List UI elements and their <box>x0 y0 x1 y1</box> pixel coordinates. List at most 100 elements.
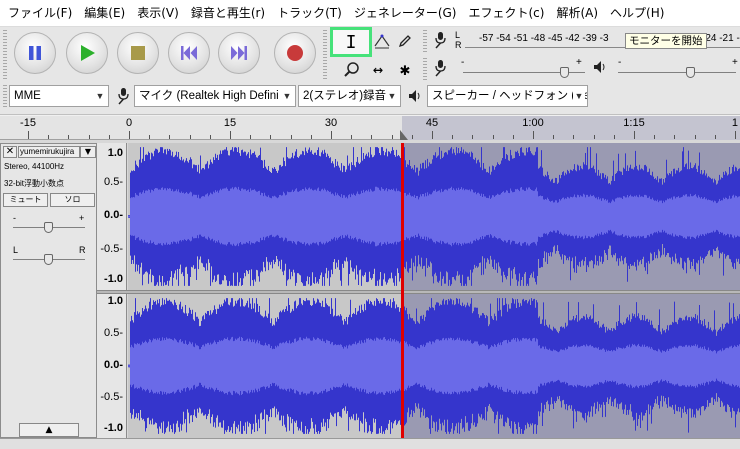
timeline-minor-tick <box>694 135 696 139</box>
menu-help[interactable]: ヘルプ(H) <box>604 0 670 27</box>
pause-button[interactable] <box>14 32 56 74</box>
timeline-minor-tick <box>553 135 555 139</box>
timeline-minor-tick <box>512 135 514 139</box>
timeline-tick-label: 1 <box>731 117 738 129</box>
menu-effect[interactable]: エフェクト(c) <box>463 0 551 27</box>
timeline-major-tick <box>533 131 534 139</box>
chevron-down-icon: ▼ <box>94 86 106 106</box>
multi-tool[interactable]: ✱ <box>393 58 417 82</box>
timeline-minor-tick <box>613 135 615 139</box>
track-sample-rate: Stereo, 44100Hz <box>4 162 65 171</box>
toolbar-grip[interactable] <box>423 30 427 52</box>
timeline-minor-tick <box>310 135 312 139</box>
menu-file[interactable]: ファイル(F) <box>2 0 78 27</box>
menu-analyze[interactable]: 解析(A) <box>550 0 604 27</box>
slider-thumb[interactable] <box>560 67 569 78</box>
timeshift-tool[interactable]: ↔ <box>366 58 390 82</box>
channel-1-amplitude-scale[interactable]: 1.0 0.5- 0.0- -0.5- -1.0 <box>97 143 127 290</box>
timeline-major-tick <box>230 131 231 139</box>
skip-to-end-button[interactable] <box>218 32 260 74</box>
menu-tracks[interactable]: トラック(T) <box>271 0 348 27</box>
scale-label: 1.0 <box>107 295 123 307</box>
menu-generate[interactable]: ジェネレーター(G) <box>348 0 463 27</box>
scale-label: 0.0- <box>104 209 123 221</box>
slider-thumb[interactable] <box>44 222 53 233</box>
timeline-tick-label: 15 <box>223 117 237 129</box>
playback-cursor[interactable] <box>401 143 404 438</box>
mute-button[interactable]: ミュート <box>3 193 48 207</box>
stop-button[interactable] <box>117 32 159 74</box>
speaker-icon <box>409 90 420 102</box>
pan-slider[interactable] <box>13 254 85 266</box>
selection-tool-icon: I <box>345 31 357 53</box>
recording-channels-select[interactable]: 2(ステレオ)録音チ ▼ <box>298 85 401 107</box>
slider-thumb[interactable] <box>44 254 53 265</box>
playback-device-select[interactable]: スピーカー / ヘッドフォン (Rea ▼ <box>427 85 588 107</box>
record-meter-scale: -57 -54 -51 -48 -45 -42 -39 -3 <box>479 33 609 44</box>
zoom-tool[interactable] <box>340 58 364 82</box>
toolbar-grip[interactable] <box>423 58 427 80</box>
envelope-tool[interactable] <box>370 29 394 53</box>
track-sample-format: 32-bit浮動小数点 <box>4 179 65 188</box>
timeline-minor-tick <box>714 135 716 139</box>
skip-to-start-button[interactable] <box>168 32 210 74</box>
track-control-panel[interactable]: ✕ yumemirukujira ▼ Stereo, 44100Hz 32-bi… <box>0 143 97 438</box>
start-monitoring-button[interactable]: モニターを開始 <box>625 33 707 49</box>
timeline-major-tick <box>129 131 130 139</box>
gain-slider[interactable] <box>13 222 85 234</box>
microphone-icon <box>435 60 446 77</box>
horizontal-scrollbar[interactable] <box>0 438 740 449</box>
slider-thumb[interactable] <box>686 67 695 78</box>
recording-device-value: マイク (Realtek High Defini <box>139 90 279 102</box>
timeline-ruler[interactable]: -15 0 15 30 45 1:00 1:15 1 <box>0 116 740 140</box>
selection-tool[interactable]: I <box>330 27 372 57</box>
timeline-minor-tick <box>674 135 676 139</box>
waveform-shape <box>128 298 740 434</box>
zoom-icon <box>344 62 359 77</box>
timeline-minor-tick <box>270 135 272 139</box>
chevron-down-icon: ▼ <box>573 86 585 106</box>
timeshift-icon: ↔ <box>372 60 384 80</box>
toolbar-grip[interactable] <box>323 30 327 80</box>
channel-2-amplitude-scale[interactable]: 1.0 0.5- 0.0- -0.5- -1.0 <box>97 294 127 438</box>
toolbar-area: I ↔ ✱ L R -57 -54 -51 -48 -45 -42 -39 -3… <box>0 27 740 115</box>
timeline-minor-tick <box>290 135 292 139</box>
menu-edit[interactable]: 編集(E) <box>78 0 131 27</box>
timeline-minor-tick <box>250 135 252 139</box>
track-menu-button[interactable]: ▼ <box>80 146 96 158</box>
timeline-minor-tick <box>371 135 373 139</box>
timeline-minor-tick <box>452 135 454 139</box>
collapse-track-button[interactable]: ▲ <box>19 423 79 437</box>
track-name-button[interactable]: yumemirukujira <box>18 146 80 158</box>
scale-label: 0.0- <box>104 359 123 371</box>
scale-label: -0.5- <box>100 391 123 403</box>
recording-device-select[interactable]: マイク (Realtek High Defini ▼ <box>134 85 296 107</box>
timeline-minor-tick <box>472 135 474 139</box>
waveform-channel-1[interactable] <box>128 143 740 290</box>
timeline-minor-tick <box>68 135 70 139</box>
waveform-channel-2[interactable] <box>128 294 740 438</box>
record-volume-slider[interactable] <box>463 67 585 79</box>
record-button[interactable] <box>274 32 316 74</box>
toolbar-grip[interactable] <box>3 30 7 80</box>
menu-view[interactable]: 表示(V) <box>131 0 185 27</box>
timeline-minor-tick <box>573 135 575 139</box>
timeline-minor-tick <box>593 135 595 139</box>
timeline-tick-label: 0 <box>125 117 133 129</box>
track-close-button[interactable]: ✕ <box>3 146 17 158</box>
play-button[interactable] <box>66 32 108 74</box>
skip-to-start-icon <box>181 46 197 60</box>
playback-volume-slider[interactable] <box>618 67 736 79</box>
microphone-icon <box>435 32 446 49</box>
solo-button[interactable]: ソロ <box>50 193 95 207</box>
timeline-tick-label: 45 <box>425 117 439 129</box>
timeline-minor-tick <box>88 135 90 139</box>
menu-transport[interactable]: 録音と再生(r) <box>185 0 271 27</box>
timeline-major-tick <box>28 131 29 139</box>
audio-host-select[interactable]: MME ▼ <box>9 85 109 107</box>
chevron-down-icon: ▼ <box>281 86 293 106</box>
meter-left-label: L <box>455 30 461 40</box>
draw-tool[interactable] <box>393 29 417 53</box>
toolbar-grip[interactable] <box>3 85 7 109</box>
stop-icon <box>131 46 145 60</box>
